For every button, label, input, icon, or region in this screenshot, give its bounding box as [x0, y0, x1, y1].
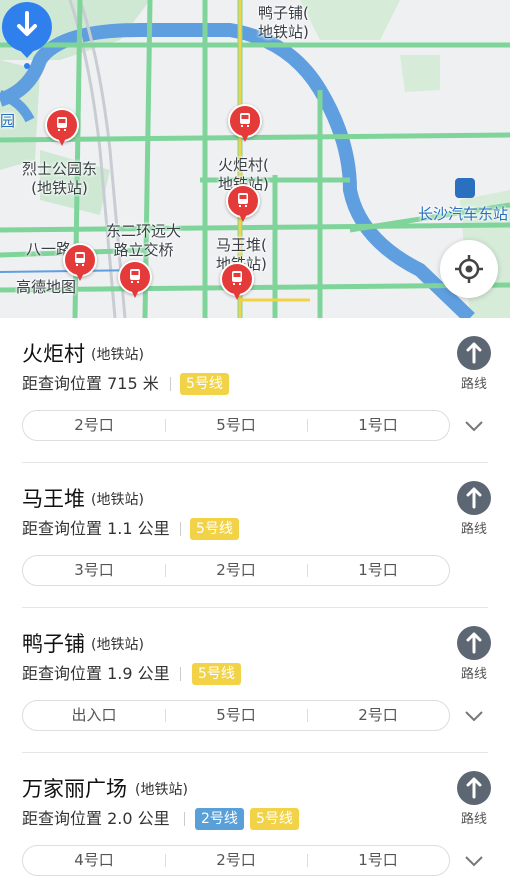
- metro-icon[interactable]: [228, 104, 262, 146]
- metro-icon[interactable]: [118, 260, 152, 302]
- exit-option[interactable]: 2号口: [307, 701, 449, 730]
- route-arrow-icon: [457, 771, 491, 805]
- destination-pin-icon[interactable]: [0, 0, 54, 70]
- station-name: 火炬村: [22, 342, 85, 366]
- exit-selector[interactable]: 2号口 5号口 1号口: [22, 410, 450, 441]
- metro-icon[interactable]: [220, 262, 254, 304]
- line-badge: 5号线: [192, 663, 241, 685]
- route-label: 路线: [460, 667, 487, 682]
- map-label-yuan: 园: [0, 112, 16, 130]
- line-badge: 5号线: [250, 808, 299, 830]
- route-label: 路线: [460, 522, 487, 537]
- chevron-down-icon[interactable]: [463, 851, 485, 871]
- exit-selector[interactable]: 4号口 2号口 1号口: [22, 845, 450, 876]
- exit-option[interactable]: 5号口: [165, 701, 307, 730]
- line-badge: 2号线: [195, 808, 244, 830]
- exit-option[interactable]: 2号口: [23, 411, 165, 440]
- station-card[interactable]: 鸭子铺 (地铁站) 距查询位置 1.9 公里 5号线 出入口 5号口 2号口 路…: [0, 608, 510, 753]
- exit-option[interactable]: 2号口: [165, 846, 307, 875]
- station-card[interactable]: 马王堆 (地铁站) 距查询位置 1.1 公里 5号线 3号口 2号口 1号口 路…: [0, 463, 510, 608]
- chevron-down-icon[interactable]: [463, 416, 485, 436]
- station-kind: (地铁站): [91, 637, 144, 653]
- exit-selector[interactable]: 3号口 2号口 1号口: [22, 555, 450, 586]
- station-kind: (地铁站): [135, 782, 188, 798]
- separator: [170, 377, 171, 391]
- chevron-down-icon[interactable]: [463, 706, 485, 726]
- exit-option[interactable]: 出入口: [23, 701, 165, 730]
- exit-option[interactable]: 1号口: [307, 411, 449, 440]
- station-distance: 距查询位置 715 米: [22, 374, 159, 393]
- station-card[interactable]: 火炬村 (地铁站) 距查询位置 715 米 5号线 2号口 5号口 1号口 路线: [0, 318, 510, 463]
- exit-option[interactable]: 1号口: [307, 846, 449, 875]
- route-button[interactable]: 路线: [456, 771, 492, 828]
- exit-option[interactable]: 4号口: [23, 846, 165, 875]
- map-label-lieshi: 烈士公园东 (地铁站): [22, 160, 98, 197]
- route-button[interactable]: 路线: [456, 336, 492, 393]
- map-label-dongerhuan: 东二环远大 路立交桥: [106, 222, 182, 259]
- bus-icon: [455, 178, 475, 198]
- station-list[interactable]: 火炬村 (地铁站) 距查询位置 715 米 5号线 2号口 5号口 1号口 路线…: [0, 318, 510, 896]
- route-arrow-icon: [457, 626, 491, 660]
- route-arrow-icon: [457, 336, 491, 370]
- exit-option[interactable]: 3号口: [23, 556, 165, 585]
- exit-selector[interactable]: 出入口 5号口 2号口: [22, 700, 450, 731]
- separator: [180, 522, 181, 536]
- station-kind: (地铁站): [91, 492, 144, 508]
- route-button[interactable]: 路线: [456, 481, 492, 538]
- station-kind: (地铁站): [91, 347, 144, 363]
- metro-icon[interactable]: [63, 243, 97, 285]
- metro-icon[interactable]: [226, 184, 260, 226]
- map-label-yazipu: 鸭子铺( 地铁站): [258, 4, 309, 41]
- map-label-bus-station: 长沙汽车东站: [418, 205, 509, 223]
- separator: [180, 667, 181, 681]
- route-button[interactable]: 路线: [456, 626, 492, 683]
- separator: [184, 812, 185, 826]
- station-distance: 距查询位置 1.1 公里: [22, 519, 170, 538]
- locate-icon: [455, 255, 483, 283]
- route-label: 路线: [460, 812, 487, 827]
- line-badge: 5号线: [180, 373, 229, 395]
- locate-button[interactable]: [440, 240, 498, 298]
- metro-icon[interactable]: [45, 108, 79, 150]
- exit-option[interactable]: 1号口: [307, 556, 449, 585]
- exit-option[interactable]: 2号口: [165, 556, 307, 585]
- station-card[interactable]: 万家丽广场 (地铁站) 距查询位置 2.0 公里 2号线 5号线 4号口 2号口…: [0, 753, 510, 896]
- route-arrow-icon: [457, 481, 491, 515]
- station-distance: 距查询位置 1.9 公里: [22, 664, 170, 683]
- exit-option[interactable]: 5号口: [165, 411, 307, 440]
- station-name: 鸭子铺: [22, 632, 85, 656]
- map-view[interactable]: 鸭子铺( 地铁站) 烈士公园东 (地铁站) 火炬村( 地铁站) 东二环远大 路立…: [0, 0, 510, 318]
- station-distance: 距查询位置 2.0 公里: [22, 809, 170, 828]
- route-label: 路线: [460, 377, 487, 392]
- station-name: 马王堆: [22, 487, 85, 511]
- station-name: 万家丽广场: [22, 777, 127, 801]
- line-badge: 5号线: [190, 518, 239, 540]
